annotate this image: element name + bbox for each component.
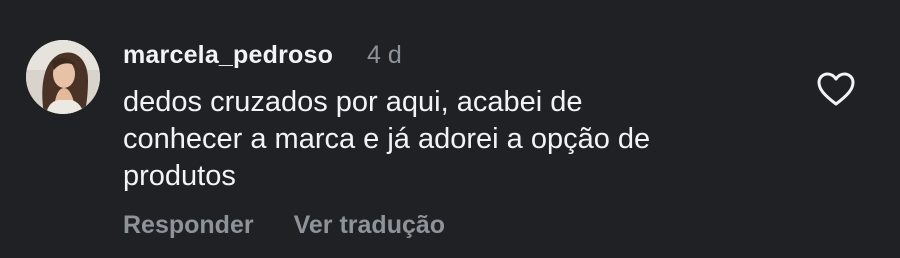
comment-timestamp: 4 d [367,41,402,69]
comment-item: marcela_pedroso 4 d dedos cruzados por a… [0,0,900,258]
reply-button[interactable]: Responder [123,210,254,240]
heart-outline-icon [817,72,855,106]
comment-text-line: conhecer a marca e já adorei a opção de [123,123,651,155]
comment-text-line: produtos [123,160,236,192]
profile-photo [26,40,100,114]
comment-text: dedos cruzados por aqui, acabei de conhe… [123,84,763,195]
see-translation-button[interactable]: Ver tradução [294,210,445,240]
comment-actions: Responder Ver tradução [123,210,445,240]
avatar[interactable] [26,40,100,114]
like-button[interactable] [816,70,856,108]
comment-text-line: dedos cruzados por aqui, acabei de [123,86,583,118]
comment-username[interactable]: marcela_pedroso [123,40,333,70]
